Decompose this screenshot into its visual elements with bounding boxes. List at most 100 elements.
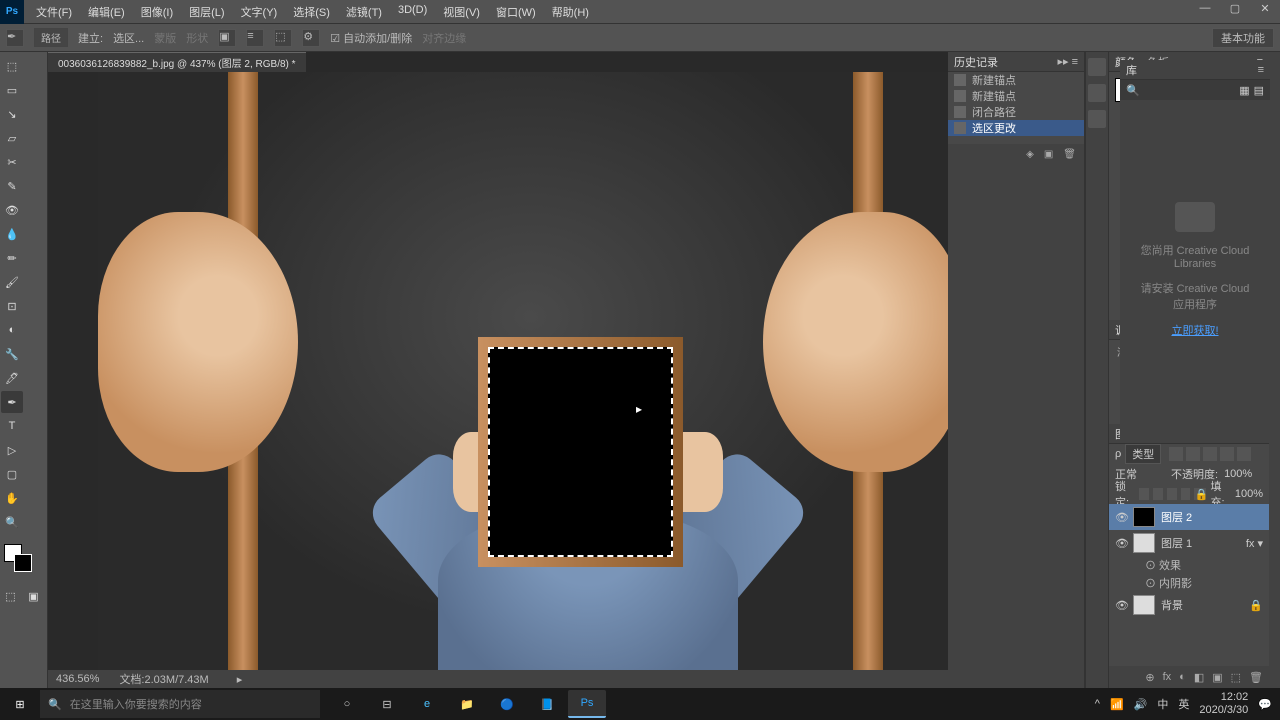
notifications-icon[interactable]: 💬	[1258, 698, 1272, 711]
menu-item[interactable]: 视图(V)	[437, 2, 486, 22]
visibility-icon[interactable]: 👁	[1115, 599, 1127, 612]
new-adj-icon[interactable]: ◧	[1194, 671, 1204, 684]
menu-item[interactable]: 编辑(E)	[82, 2, 131, 22]
tool-button[interactable]: 🔍	[1, 511, 23, 533]
path-align-icon[interactable]: ≡	[246, 29, 264, 47]
history-item[interactable]: 新建锚点	[948, 72, 1084, 88]
menu-item[interactable]: 窗口(W)	[490, 2, 542, 22]
tool-button[interactable]: 👁	[1, 199, 23, 221]
zoom-level[interactable]: 436.56%	[56, 673, 99, 685]
fill-value[interactable]: 100%	[1235, 488, 1263, 500]
menu-item[interactable]: 图层(L)	[183, 2, 230, 22]
layer-effect[interactable]: ⊙ 效果	[1109, 556, 1269, 574]
filter-kind-dropdown[interactable]: 类型	[1125, 444, 1161, 464]
history-item[interactable]: 新建锚点	[948, 88, 1084, 104]
pen-tool-icon[interactable]: ✒	[6, 29, 24, 47]
align-edges[interactable]: 对齐边缘	[422, 30, 466, 46]
library-tab[interactable]: 库	[1126, 62, 1137, 78]
layer-row[interactable]: 👁图层 2	[1109, 504, 1269, 530]
tool-button[interactable]: ⊡	[1, 295, 23, 317]
lock-pixel-icon[interactable]	[1153, 488, 1163, 500]
menu-item[interactable]: 3D(D)	[392, 2, 433, 22]
menu-item[interactable]: 图像(I)	[135, 2, 179, 22]
filter-smart-icon[interactable]	[1237, 447, 1251, 461]
maximize-button[interactable]: ▢	[1220, 2, 1250, 22]
background-swatch[interactable]	[14, 554, 32, 572]
mode-dropdown[interactable]: 路径	[34, 28, 68, 47]
lib-menu-icon[interactable]: ≡	[1258, 64, 1264, 76]
tool-button[interactable]: ✂	[1, 151, 23, 173]
workspace-dropdown[interactable]: 基本功能	[1212, 28, 1274, 48]
dock-icon[interactable]	[1088, 58, 1106, 76]
photoshop-taskbar-icon[interactable]: Ps	[568, 690, 606, 718]
visibility-icon[interactable]: 👁	[1115, 537, 1127, 550]
tool-button[interactable]: 🖌	[1, 271, 23, 293]
tool-button[interactable]: 🖊	[1, 367, 23, 389]
tool-button[interactable]: ⬚	[1, 55, 23, 77]
dock-icon[interactable]	[1088, 110, 1106, 128]
build-shape[interactable]: 形状	[186, 30, 208, 46]
document-tab[interactable]: 0036036126839882_b.jpg @ 437% (图层 2, RGB…	[48, 52, 306, 72]
edge-icon[interactable]: e	[408, 690, 446, 718]
ime-indicator[interactable]: 中	[1157, 696, 1168, 712]
tool-button[interactable]: ▭	[1, 79, 23, 101]
tray-up-icon[interactable]: ^	[1095, 698, 1100, 710]
tool-button[interactable]: ▷	[1, 439, 23, 461]
history-item[interactable]: 闭合路径	[948, 104, 1084, 120]
history-snapshot-icon[interactable]: ◈	[1026, 149, 1034, 160]
fx-badge[interactable]: fx ▾	[1246, 537, 1263, 550]
tool-button[interactable]: ◐	[1, 319, 23, 341]
close-button[interactable]: ✕	[1250, 2, 1280, 22]
filter-adj-icon[interactable]	[1186, 447, 1200, 461]
layer-mask-icon[interactable]: ◐	[1179, 671, 1186, 683]
tray-volume-icon[interactable]: 🔊	[1134, 698, 1148, 711]
task-view-icon[interactable]: ⊟	[368, 690, 406, 718]
history-menu-icon[interactable]: ▸▸ ≡	[1057, 55, 1078, 68]
menu-item[interactable]: 选择(S)	[287, 2, 336, 22]
lock-trans-icon[interactable]	[1139, 488, 1149, 500]
explorer-icon[interactable]: 📁	[448, 690, 486, 718]
cortana-icon[interactable]: ○	[328, 690, 366, 718]
layer-row[interactable]: 👁背景🔒	[1109, 592, 1269, 618]
menu-item[interactable]: 滤镜(T)	[340, 2, 388, 22]
app-icon[interactable]: 🔵	[488, 690, 526, 718]
canvas[interactable]: ▸	[48, 72, 948, 670]
build-mask[interactable]: 蒙版	[154, 30, 176, 46]
lib-link[interactable]: 立即获取!	[1171, 322, 1218, 338]
menu-item[interactable]: 帮助(H)	[546, 2, 595, 22]
history-item[interactable]: 选区更改	[948, 120, 1084, 136]
delete-layer-icon[interactable]: 🗑	[1249, 671, 1263, 684]
settings-icon[interactable]: ⚙	[302, 29, 320, 47]
lang-indicator[interactable]: 英	[1178, 696, 1189, 712]
layer-thumbnail[interactable]	[1133, 595, 1155, 615]
tool-button[interactable]: ✎	[1, 175, 23, 197]
dock-icon[interactable]	[1088, 84, 1106, 102]
tool-button[interactable]: ✋	[1, 487, 23, 509]
layer-fx-icon[interactable]: fx	[1163, 671, 1172, 683]
tray-wifi-icon[interactable]: 📶	[1110, 698, 1124, 711]
lock-pos-icon[interactable]	[1167, 488, 1177, 500]
history-camera-icon[interactable]: ▣	[1044, 149, 1053, 160]
filter-text-icon[interactable]	[1203, 447, 1217, 461]
search-input[interactable]: 🔍 在这里输入你要搜索的内容	[40, 690, 320, 718]
lib-sort-icon[interactable]: ▤	[1254, 84, 1264, 97]
path-op-icon[interactable]: ▣	[218, 29, 236, 47]
layer-thumbnail[interactable]	[1133, 507, 1155, 527]
path-arrange-icon[interactable]: ⬚	[274, 29, 292, 47]
quick-mask-icon[interactable]: ⬚	[1, 585, 20, 607]
new-layer-icon[interactable]: ⬚	[1231, 671, 1241, 684]
tool-button[interactable]: 💧	[1, 223, 23, 245]
layer-thumbnail[interactable]	[1133, 533, 1155, 553]
menu-item[interactable]: 文字(Y)	[235, 2, 284, 22]
app-icon-2[interactable]: 📘	[528, 690, 566, 718]
menu-item[interactable]: 文件(F)	[30, 2, 78, 22]
new-group-icon[interactable]: ▣	[1212, 671, 1222, 684]
minimize-button[interactable]: —	[1190, 2, 1220, 22]
filter-shape-icon[interactable]	[1220, 447, 1234, 461]
screen-mode-icon[interactable]: ▣	[24, 585, 43, 607]
history-trash-icon[interactable]: 🗑	[1063, 149, 1076, 160]
tool-button[interactable]: ✏	[1, 247, 23, 269]
tool-button[interactable]: T	[1, 415, 23, 437]
tool-button[interactable]: 🔧	[1, 343, 23, 365]
visibility-icon[interactable]: 👁	[1115, 511, 1127, 524]
